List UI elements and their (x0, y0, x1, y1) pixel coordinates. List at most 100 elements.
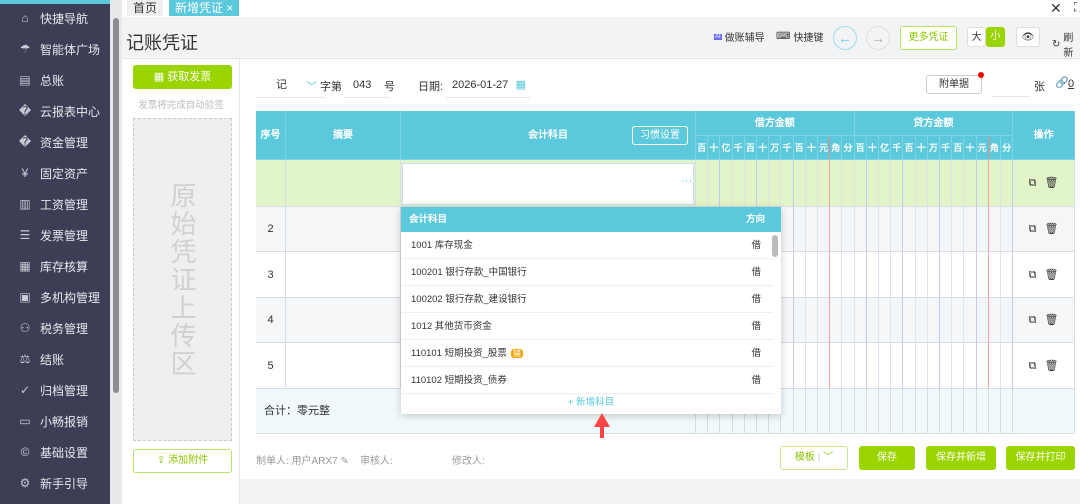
amount-digit-cell (964, 298, 977, 343)
digit-header: 十 (915, 136, 928, 160)
sidebar-item-14[interactable]: ▭ 小畅报销 (0, 406, 110, 436)
sidebar-item-12[interactable]: ⚖ 结账 (0, 344, 110, 374)
ledger-icon: ▤ (19, 73, 31, 87)
sidebar-item-7[interactable]: ▥ 工资管理 (0, 189, 110, 219)
dropdown-col-subject: 会计科目 (409, 214, 448, 225)
more-icon[interactable]: ··· (681, 175, 692, 187)
upload-area[interactable]: 原始凭证上传区 (133, 118, 232, 441)
dropdown-item[interactable]: 1001 库存现金 借 (401, 232, 773, 259)
sidebar-item-2[interactable]: ☂ 智能体广场 (0, 34, 110, 64)
sidebar-item-13[interactable]: ✓ 归档管理 (0, 375, 110, 405)
subject-input[interactable] (402, 163, 694, 205)
size-large-button[interactable]: 大 (967, 27, 986, 47)
modifier-label: 修改人: (452, 456, 485, 467)
close-icon[interactable]: ✕ (1050, 0, 1062, 17)
add-attachment-button[interactable]: ⇪ 添加附件 (133, 449, 232, 473)
link-count[interactable]: 0 (1068, 78, 1074, 90)
sidebar-item-1[interactable]: ⌂ 快捷导航 (0, 3, 110, 33)
add-subject-link[interactable]: + 新增科目 (401, 394, 781, 408)
digit-header: 十 (805, 136, 818, 160)
amount-digit-cell (976, 252, 989, 298)
more-vouchers-button[interactable]: 更多凭证 (900, 26, 957, 50)
trash-icon[interactable]: 🗑 (1045, 177, 1059, 189)
amount-digit-cell (988, 160, 1001, 207)
template-button[interactable]: 模板 | ﹀ (780, 446, 848, 470)
sidebar-item-16[interactable]: ⚙ 新手引导 (0, 468, 110, 498)
amount-digit-cell (964, 343, 977, 389)
col-seq-header: 序号 (256, 111, 286, 160)
sidebar-item-10[interactable]: ▣ 多机构管理 (0, 282, 110, 312)
shortcuts-button[interactable]: ⌨ 快捷键 (776, 29, 823, 44)
tab-home[interactable]: 首页 (127, 0, 164, 16)
invoice-icon: ☰ (19, 228, 31, 242)
save-and-new-button[interactable]: 保存并新增 (926, 446, 996, 470)
copy-icon[interactable]: ⧉ (1029, 314, 1037, 326)
copy-icon[interactable]: ⧉ (1029, 360, 1037, 372)
get-invoice-button[interactable]: ▦ 获取发票 (133, 65, 232, 89)
dropdown-item[interactable]: 110101 短期投资_股票辅 借 (401, 340, 773, 367)
save-button[interactable]: 保存 (859, 446, 915, 470)
next-arrow-icon[interactable]: → (866, 26, 890, 50)
amount-digit-cell (952, 160, 965, 207)
dropdown-item[interactable]: 110102 短期投资_债券 借 (401, 367, 773, 394)
amount-digit-cell (744, 160, 757, 207)
trash-icon[interactable]: 🗑 (1045, 269, 1059, 281)
subject-direction: 借 (751, 375, 761, 386)
sidebar-item-9[interactable]: ▦ 库存核算 (0, 251, 110, 281)
amount-digit-cell (805, 252, 818, 298)
invoice-hint: 发票将完成自动验签 (138, 100, 224, 111)
dropdown-item[interactable]: 100201 银行存款_中国银行 借 (401, 259, 773, 286)
subject-direction: 借 (751, 294, 761, 305)
refresh-button[interactable]: ↻ 刷新 (1052, 29, 1080, 59)
notification-dot (978, 72, 984, 78)
chevron-down-icon[interactable]: ﹀ (306, 78, 317, 94)
amount-digit-cell (842, 207, 855, 252)
total-digit-cell (891, 389, 904, 434)
sidebar-item-5[interactable]: � 资金管理 (0, 127, 110, 157)
eye-icon[interactable]: 👁 (1016, 27, 1040, 47)
edit-icon[interactable]: ✎ (340, 456, 348, 467)
sidebar-item-4[interactable]: � 云报表中心 (0, 96, 110, 126)
sidebar-scrollbar[interactable] (110, 0, 122, 504)
amount-digit-cell (976, 343, 989, 389)
dropdown-item[interactable]: 100202 银行存款_建设银行 借 (401, 286, 773, 313)
sidebar-item-6[interactable]: ¥ 固定资产 (0, 158, 110, 188)
sidebar-item-3[interactable]: ▤ 总账 (0, 65, 110, 95)
date-input[interactable]: 2026-01-27 ▦ (446, 75, 530, 98)
trash-icon[interactable]: 🗑 (1045, 360, 1059, 372)
amount-digit-cell (805, 298, 818, 343)
prev-arrow-icon[interactable]: ← (833, 26, 857, 50)
sidebar-item-15[interactable]: © 基础设置 (0, 437, 110, 467)
attachment-panel: ▦ 获取发票 发票将完成自动验签 原始凭证上传区 ⇪ 添加附件 (122, 59, 240, 504)
org-icon: ▣ (19, 290, 31, 304)
sidebar-item-11[interactable]: ⚇ 税务管理 (0, 313, 110, 343)
size-small-button[interactable]: 小 (986, 27, 1005, 47)
copy-icon[interactable]: ⧉ (1029, 269, 1037, 281)
copy-icon[interactable]: ⧉ (1029, 177, 1037, 189)
trash-icon[interactable]: 🗑 (1045, 223, 1059, 235)
ai-help-button[interactable]: AI 做账辅导 (714, 29, 765, 44)
ai-icon: AI (714, 33, 722, 40)
close-icon[interactable]: × (226, 1, 233, 15)
fullscreen-icon[interactable]: ⛶ (1074, 0, 1080, 15)
sidebar-item-label: 工资管理 (40, 197, 89, 212)
save-and-print-button[interactable]: 保存并打印 (1006, 446, 1075, 470)
dropdown-item[interactable]: 1012 其他货币资金 借 (401, 313, 773, 340)
home-icon: ⌂ (21, 11, 29, 25)
subject-dropdown: 会计科目 方向 1001 库存现金借 100201 银行存款_中国银行借 100202… (401, 207, 781, 414)
link-icon[interactable]: 🔗 (1055, 76, 1069, 89)
total-digit-cell (818, 389, 831, 434)
dropdown-scrollbar[interactable] (772, 235, 778, 257)
attach-count-input[interactable] (992, 77, 1030, 97)
ops-cell: ⧉ 🗑 (1013, 160, 1075, 207)
amount-digit-cell (818, 298, 831, 343)
trash-icon[interactable]: 🗑 (1045, 314, 1059, 326)
tab-new-voucher[interactable]: 新增凭证 × (169, 0, 240, 16)
attach-docs-button[interactable]: 附单据 (926, 75, 982, 94)
copy-icon[interactable]: ⧉ (1029, 223, 1037, 235)
habit-settings-button[interactable]: 习惯设置 (632, 126, 688, 145)
amount-digit-cell (903, 343, 916, 389)
amount-digit-cell (866, 160, 879, 207)
sidebar-item-8[interactable]: ☰ 发票管理 (0, 220, 110, 250)
amount-digit-cell (915, 207, 928, 252)
